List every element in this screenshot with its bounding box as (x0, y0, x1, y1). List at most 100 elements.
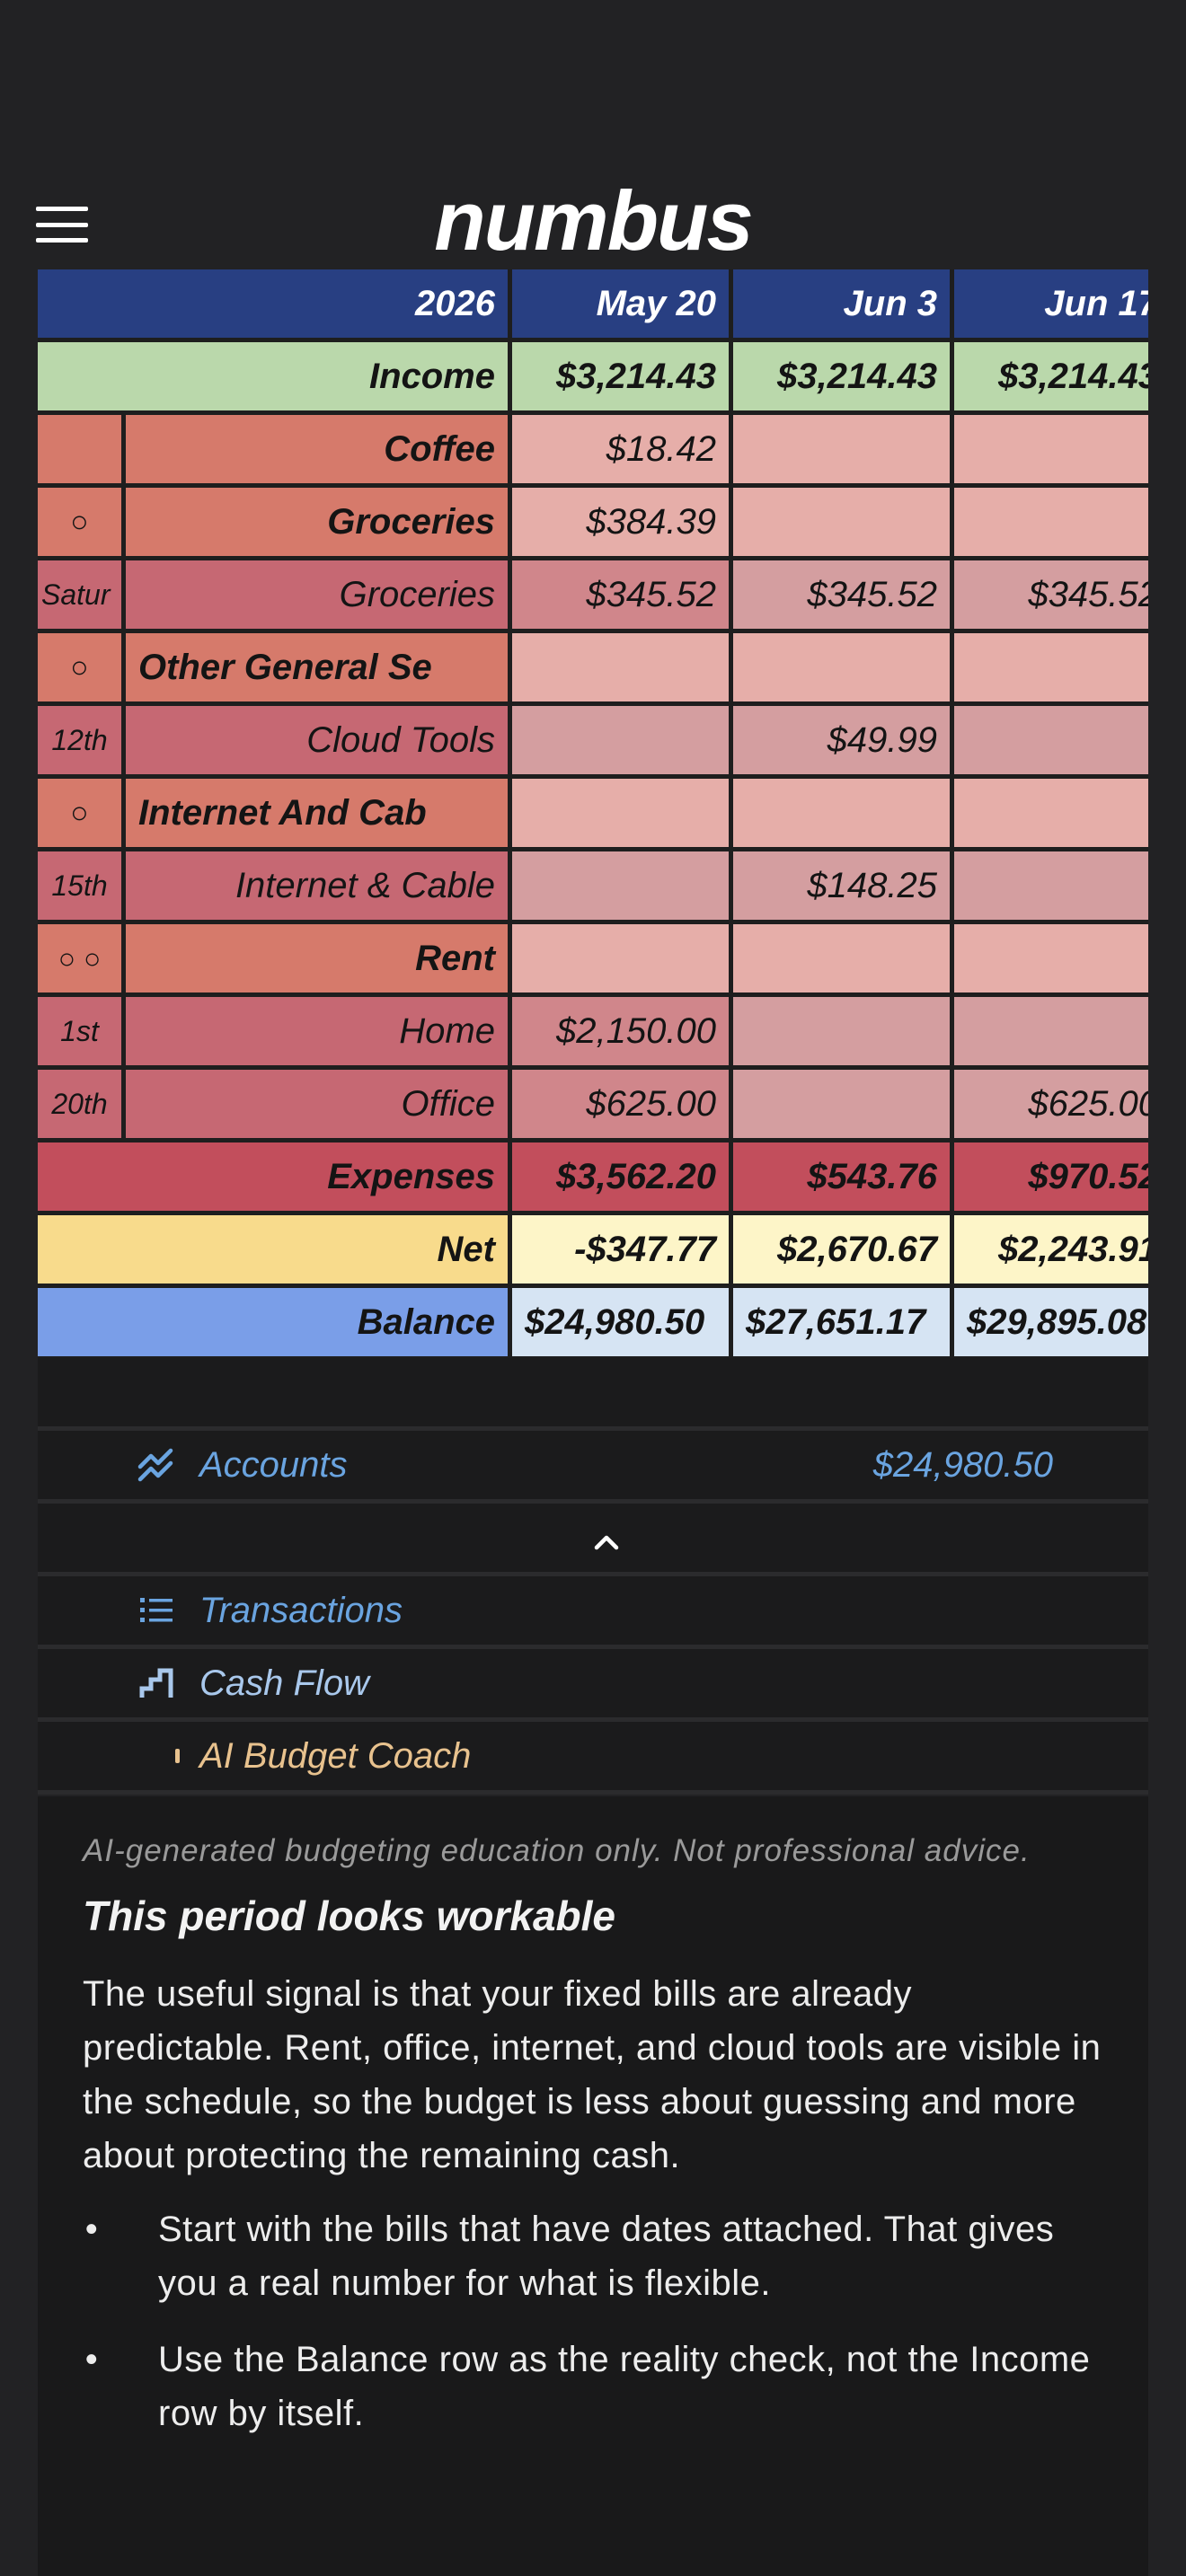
balance-label: Balance (38, 1288, 512, 1361)
column-header[interactable]: May 20 (512, 269, 733, 342)
coach-tip: • Use the Balance row as the reality chec… (83, 2333, 1103, 2440)
category-row: ○ ○ Rent (38, 924, 1148, 997)
expenses-cell[interactable]: $543.76 (733, 1142, 954, 1215)
nav-accounts-label: Accounts (199, 1444, 348, 1485)
category-row: Coffee $18.42 (38, 415, 1148, 488)
amount-cell[interactable] (954, 415, 1148, 488)
column-header[interactable]: Jun 3 (733, 269, 954, 342)
transaction-name[interactable]: Home (126, 997, 512, 1070)
net-cell[interactable]: $2,670.67 (733, 1215, 954, 1288)
transaction-name[interactable]: Cloud Tools (126, 706, 512, 779)
amount-cell[interactable] (954, 779, 1148, 851)
balance-cell[interactable]: $24,980.50 (512, 1288, 733, 1361)
coach-tips: • Start with the bills that have dates at… (83, 2202, 1103, 2440)
coach-title: This period looks workable (83, 1892, 616, 1939)
trend-lines-icon (137, 1445, 176, 1485)
category-name[interactable]: Groceries (126, 488, 512, 560)
ai-coach-card: AI-generated budgeting education only. N… (38, 1796, 1148, 2576)
nav-accounts[interactable]: Accounts $24,980.50 (38, 1431, 1148, 1504)
income-label: Income (38, 342, 512, 415)
row-schedule-marker[interactable]: 12th (38, 706, 126, 779)
row-schedule-marker[interactable]: ○ (38, 488, 126, 560)
amount-cell[interactable] (954, 488, 1148, 560)
coach-tip: • Start with the bills that have dates at… (83, 2202, 1103, 2310)
amount-cell[interactable]: $345.52 (733, 560, 954, 633)
amount-cell[interactable] (733, 924, 954, 997)
amount-cell[interactable] (512, 779, 733, 851)
category-row: ○ Internet And Cab (38, 779, 1148, 851)
amount-cell[interactable]: $148.25 (733, 851, 954, 924)
amount-cell[interactable]: $18.42 (512, 415, 733, 488)
amount-cell[interactable] (733, 779, 954, 851)
transaction-name[interactable]: Office (126, 1070, 512, 1142)
amount-cell[interactable] (954, 924, 1148, 997)
panel-spacer (38, 1358, 1148, 1431)
expenses-cell[interactable]: $970.52 (954, 1142, 1148, 1215)
transaction-name[interactable]: Groceries (126, 560, 512, 633)
amount-cell[interactable] (733, 415, 954, 488)
amount-cell[interactable] (512, 924, 733, 997)
amount-cell[interactable]: $345.52 (954, 560, 1148, 633)
amount-cell[interactable] (512, 633, 733, 706)
bullet-icon: • (84, 2210, 99, 2249)
expenses-row: Expenses $3,562.20 $543.76 $970.52 (38, 1142, 1148, 1215)
amount-cell[interactable] (733, 633, 954, 706)
bullet-icon: • (84, 2340, 99, 2379)
amount-cell[interactable] (733, 997, 954, 1070)
row-schedule-marker[interactable]: ○ ○ (38, 924, 126, 997)
row-schedule-marker[interactable] (38, 415, 126, 488)
amount-cell[interactable] (512, 851, 733, 924)
chevron-up-icon[interactable] (593, 1529, 620, 1556)
year-header[interactable]: 2026 (38, 269, 512, 342)
net-cell[interactable]: $2,243.91 (954, 1215, 1148, 1288)
accounts-total: $24,980.50 (872, 1444, 1053, 1485)
income-cell[interactable]: $3,214.43 (733, 342, 954, 415)
amount-cell[interactable] (954, 706, 1148, 779)
amount-cell[interactable]: $384.39 (512, 488, 733, 560)
nav-coach[interactable]: AI Budget Coach (38, 1722, 1148, 1795)
income-cell[interactable]: $3,214.43 (512, 342, 733, 415)
nav-cashflow[interactable]: Cash Flow (38, 1649, 1148, 1722)
amount-cell[interactable]: $625.00 (512, 1070, 733, 1142)
row-schedule-marker[interactable]: ○ (38, 633, 126, 706)
row-schedule-marker[interactable]: 15th (38, 851, 126, 924)
coach-tip-text: Start with the bills that have dates att… (158, 2210, 1055, 2303)
nav-transactions[interactable]: Transactions (38, 1576, 1148, 1649)
amount-cell[interactable]: $625.00 (954, 1070, 1148, 1142)
balance-cell[interactable]: $27,651.17 (733, 1288, 954, 1361)
row-schedule-marker[interactable]: ○ (38, 779, 126, 851)
amount-cell[interactable] (733, 1070, 954, 1142)
amount-cell[interactable] (954, 997, 1148, 1070)
column-header[interactable]: Jun 17 (954, 269, 1148, 342)
category-name[interactable]: Internet And Cab (126, 779, 512, 851)
net-cell[interactable]: -$347.77 (512, 1215, 733, 1288)
app-brand: numbus (434, 173, 754, 268)
category-row: ○ Groceries $384.39 (38, 488, 1148, 560)
income-cell[interactable]: $3,214.43 (954, 342, 1148, 415)
expenses-cell[interactable]: $3,562.20 (512, 1142, 733, 1215)
amount-cell[interactable] (954, 633, 1148, 706)
transaction-row: 20th Office $625.00 $625.00 (38, 1070, 1148, 1142)
row-schedule-marker[interactable]: Satur (38, 560, 126, 633)
amount-cell[interactable] (512, 706, 733, 779)
nav-panel: Accounts $24,980.50 Transactions Cash Fl… (38, 1358, 1148, 1795)
collapse-row[interactable] (38, 1504, 1148, 1576)
balance-row: Balance $24,980.50 $27,651.17 $29,895.08 (38, 1288, 1148, 1361)
category-name[interactable]: Coffee (126, 415, 512, 488)
category-row: ○ Other General Se (38, 633, 1148, 706)
transaction-row: 15th Internet & Cable $148.25 (38, 851, 1148, 924)
amount-cell[interactable]: $49.99 (733, 706, 954, 779)
row-schedule-marker[interactable]: 20th (38, 1070, 126, 1142)
category-name[interactable]: Other General Se (126, 633, 512, 706)
amount-cell[interactable] (733, 488, 954, 560)
transaction-name[interactable]: Internet & Cable (126, 851, 512, 924)
category-name[interactable]: Rent (126, 924, 512, 997)
coach-body: The useful signal is that your fixed bil… (83, 1974, 1102, 2175)
balance-cell[interactable]: $29,895.08 (954, 1288, 1148, 1361)
amount-cell[interactable] (954, 851, 1148, 924)
expenses-label: Expenses (38, 1142, 512, 1215)
amount-cell[interactable]: $345.52 (512, 560, 733, 633)
net-label: Net (38, 1215, 512, 1288)
amount-cell[interactable]: $2,150.00 (512, 997, 733, 1070)
row-schedule-marker[interactable]: 1st (38, 997, 126, 1070)
